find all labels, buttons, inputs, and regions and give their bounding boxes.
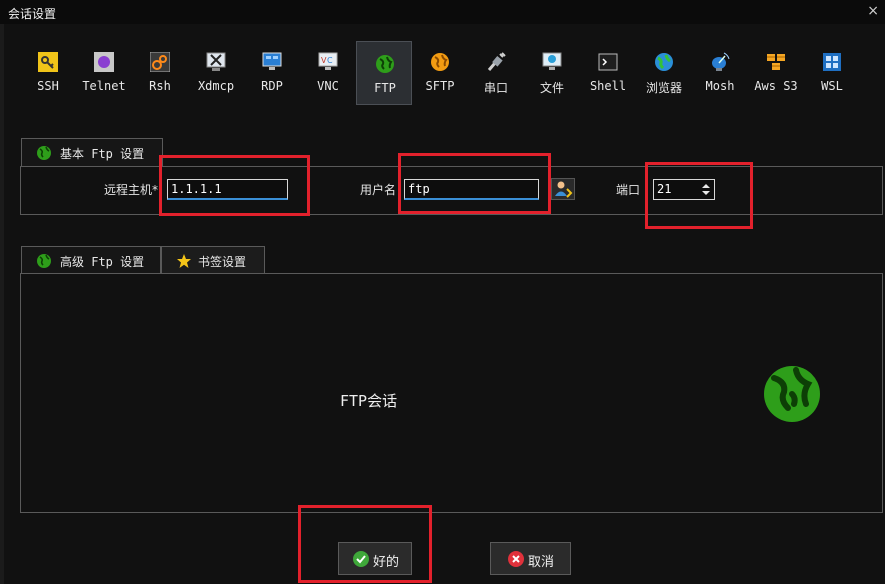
close-icon[interactable]: × [867,3,879,19]
session-type-sftp[interactable]: SFTP [412,40,468,104]
session-type-rdp[interactable]: RDP [244,40,300,104]
tab-bookmark-settings[interactable]: 书签设置 [161,246,265,274]
highlight-port [645,162,753,229]
highlight-ok-button [298,505,432,583]
session-type-aws-s3[interactable]: Aws S3 [748,40,804,104]
file-monitor-icon [542,52,562,72]
remote-host-label: 远程主机* [104,183,159,197]
window-title: 会话设置 [8,7,57,21]
serial-plug-icon [486,52,506,72]
telnet-icon [94,52,114,72]
satellite-dish-icon [710,52,730,72]
sftp-globe-icon [430,52,450,72]
key-icon [38,52,58,72]
advanced-settings-panel [20,273,883,513]
session-type-xdmcp[interactable]: Xdmcp [188,40,244,104]
background-window-edge [0,24,4,584]
user-picker-button[interactable] [551,178,575,200]
session-type-shell[interactable]: Shell [580,40,636,104]
ftp-globe-icon [375,54,395,74]
session-type-ftp[interactable]: FTP [356,41,412,105]
session-type-browser[interactable]: 浏览器 [636,40,692,104]
tab-label: 高级 Ftp 设置 [60,255,145,269]
browser-globe-icon [654,52,674,72]
tab-label: 书签设置 [198,255,247,269]
tab-label: 基本 Ftp 设置 [60,147,145,161]
session-description: FTP会话 [340,392,398,410]
user-icon [555,181,573,198]
session-type-label: WSL [821,79,843,93]
cancel-button[interactable]: 取消 [490,542,571,575]
session-type-toolbar: SSH Telnet Rsh Xdmcp RDP VC VNC FTP SFTP… [20,40,865,106]
tab-advanced-ftp-settings[interactable]: 高级 Ftp 设置 [21,246,161,274]
username-label: 用户名 [360,183,397,197]
session-type-file[interactable]: 文件 [524,40,580,104]
xdmcp-icon [206,52,226,72]
globe-icon [36,145,52,161]
cancel-button-label: 取消 [528,555,555,570]
session-type-vnc[interactable]: VC VNC [300,40,356,104]
session-type-telnet[interactable]: Telnet [76,40,132,104]
star-icon [176,253,192,269]
session-type-rsh[interactable]: Rsh [132,40,188,104]
session-type-ssh[interactable]: SSH [20,40,76,104]
svg-text:C: C [327,56,333,65]
aws-cubes-icon [766,52,786,72]
ftp-large-globe-icon [762,364,822,424]
rdp-monitor-icon [262,52,282,72]
session-type-serial[interactable]: 串口 [468,40,524,104]
vnc-monitor-icon: VC [318,52,338,72]
session-type-wsl[interactable]: WSL [804,40,860,104]
tab-basic-ftp-settings[interactable]: 基本 Ftp 设置 [21,138,163,167]
port-label: 端口 [616,183,641,197]
session-type-mosh[interactable]: Mosh [692,40,748,104]
highlight-remote-host [159,155,310,216]
shell-terminal-icon [598,52,618,72]
rsh-icon [150,52,170,72]
highlight-username [398,153,551,214]
globe-icon [36,253,52,269]
title-bar: 会话设置 × [0,0,885,24]
cancel-x-icon [508,551,524,567]
windows-logo-icon [822,52,842,72]
